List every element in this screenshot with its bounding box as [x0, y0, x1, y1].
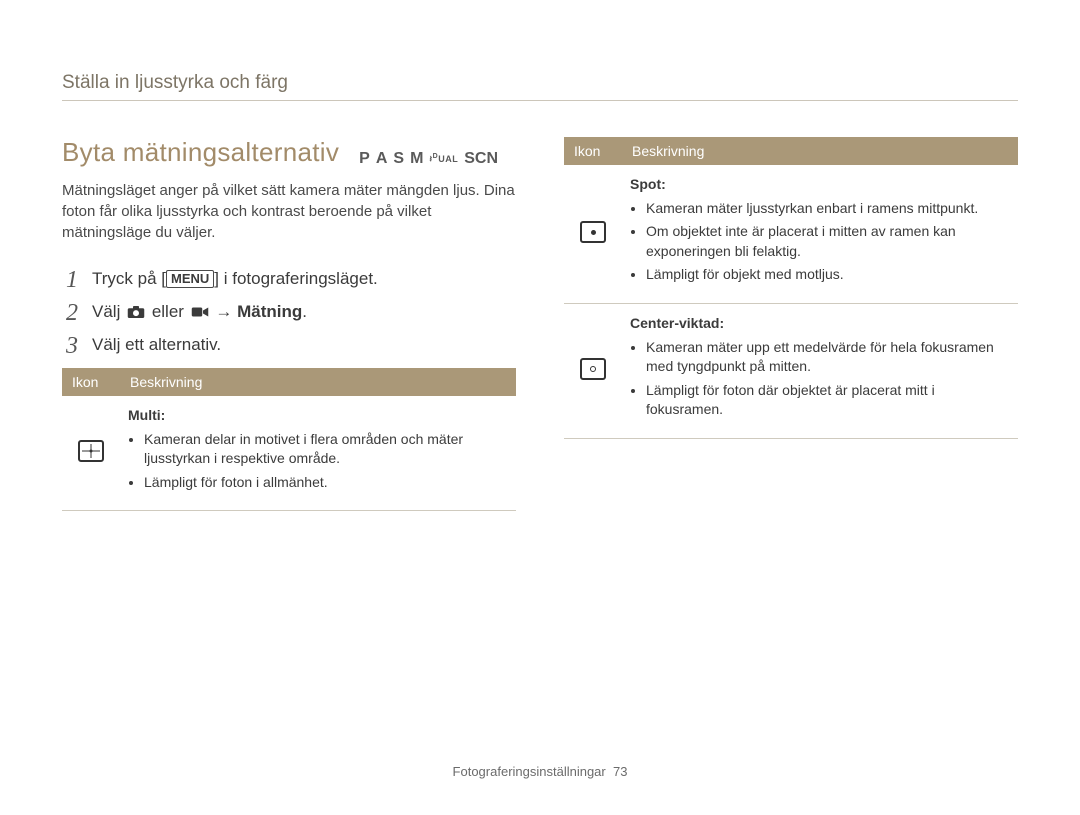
table-row: Multi: Kameran delar in motivet i flera …: [62, 396, 516, 511]
page-container: Ställa in ljusstyrka och färg Byta mätni…: [0, 0, 1080, 815]
center-title: Center-viktad: [630, 315, 719, 331]
right-column: Ikon Beskrivning Spot: Kameran mäter lju…: [564, 137, 1018, 511]
center-bullet-1: Kameran mäter upp ett medelvärde för hel…: [646, 338, 1010, 377]
spot-metering-desc: Spot: Kameran mäter ljusstyrkan enbart i…: [622, 165, 1018, 303]
table-head-icon: Ikon: [62, 368, 120, 396]
metering-table-left: Ikon Beskrivning Multi: Kameran delar in…: [62, 368, 516, 511]
table-head-desc: Beskrivning: [120, 368, 516, 396]
intro-text: Mätningsläget anger på vilket sätt kamer…: [62, 180, 516, 243]
video-camera-icon: [191, 302, 209, 316]
spot-bullet-3: Lämpligt för objekt med motljus.: [646, 265, 1010, 285]
step-2-target: Mätning: [237, 302, 302, 321]
step-2-suffix: .: [302, 302, 307, 321]
mode-scn-icon: SCN: [464, 150, 498, 168]
table-row: Center-viktad: Kameran mäter upp ett med…: [564, 303, 1018, 438]
breadcrumb: Ställa in ljusstyrka och färg: [62, 72, 1018, 101]
table-head-icon: Ikon: [564, 137, 622, 165]
footer-label: Fotograferingsinställningar: [453, 764, 606, 779]
step-2: 2 Välj eller → Mätning.: [62, 300, 516, 325]
mode-a-icon: A: [376, 150, 388, 168]
center-weighted-icon: [564, 303, 622, 438]
mode-icons: P A S M 𝄽DUAL SCN: [359, 150, 504, 168]
step-3-text: Välj ett alternativ.: [92, 333, 221, 357]
left-column: Byta mätningsalternativ P A S M 𝄽DUAL SC…: [62, 137, 516, 511]
center-bullet-2: Lämpligt för foton där objektet är place…: [646, 381, 1010, 420]
multi-bullet-1: Kameran delar in motivet i flera områden…: [144, 430, 508, 469]
step-2-prefix: Välj: [92, 302, 125, 321]
spot-bullet-1: Kameran mäter ljusstyrkan enbart i ramen…: [646, 199, 1010, 219]
spot-metering-icon: [564, 165, 622, 303]
mode-s-icon: S: [393, 150, 404, 168]
content-columns: Byta mätningsalternativ P A S M 𝄽DUAL SC…: [62, 137, 1018, 511]
menu-button-icon: MENU: [166, 270, 214, 288]
section-title: Byta mätningsalternativ: [62, 137, 339, 168]
step-1-text: Tryck på [MENU] i fotograferingsläget.: [92, 267, 378, 291]
multi-title: Multi: [128, 407, 161, 423]
step-2-middle: eller: [152, 302, 189, 321]
steps-list: 1 Tryck på [MENU] i fotograferingsläget.…: [62, 267, 516, 358]
step-number: 3: [62, 333, 78, 358]
step-number: 1: [62, 267, 78, 292]
spot-bullet-2: Om objektet inte är placerat i mitten av…: [646, 222, 1010, 261]
step-3: 3 Välj ett alternativ.: [62, 333, 516, 358]
arrow-icon: →: [215, 302, 237, 321]
step-1-suffix: ] i fotograferingsläget.: [214, 269, 377, 288]
center-weighted-desc: Center-viktad: Kameran mäter upp ett med…: [622, 303, 1018, 438]
section-header: Byta mätningsalternativ P A S M 𝄽DUAL SC…: [62, 137, 516, 168]
footer-page-number: 73: [613, 764, 627, 779]
multi-metering-desc: Multi: Kameran delar in motivet i flera …: [120, 396, 516, 511]
metering-table-right: Ikon Beskrivning Spot: Kameran mäter lju…: [564, 137, 1018, 439]
mode-m-icon: M: [410, 150, 423, 168]
table-row: Spot: Kameran mäter ljusstyrkan enbart i…: [564, 165, 1018, 303]
table-head-desc: Beskrivning: [622, 137, 1018, 165]
step-1-prefix: Tryck på [: [92, 269, 166, 288]
multi-metering-icon: [62, 396, 120, 511]
multi-bullet-2: Lämpligt för foton i allmänhet.: [144, 473, 508, 493]
page-footer: Fotograferingsinställningar 73: [0, 764, 1080, 779]
step-2-text: Välj eller → Mätning.: [92, 300, 307, 324]
step-number: 2: [62, 300, 78, 325]
step-1: 1 Tryck på [MENU] i fotograferingsläget.: [62, 267, 516, 292]
mode-dual-icon: 𝄽DUAL: [429, 153, 458, 165]
spot-title: Spot: [630, 176, 661, 192]
camera-icon: [127, 302, 145, 316]
mode-p-icon: P: [359, 150, 370, 168]
